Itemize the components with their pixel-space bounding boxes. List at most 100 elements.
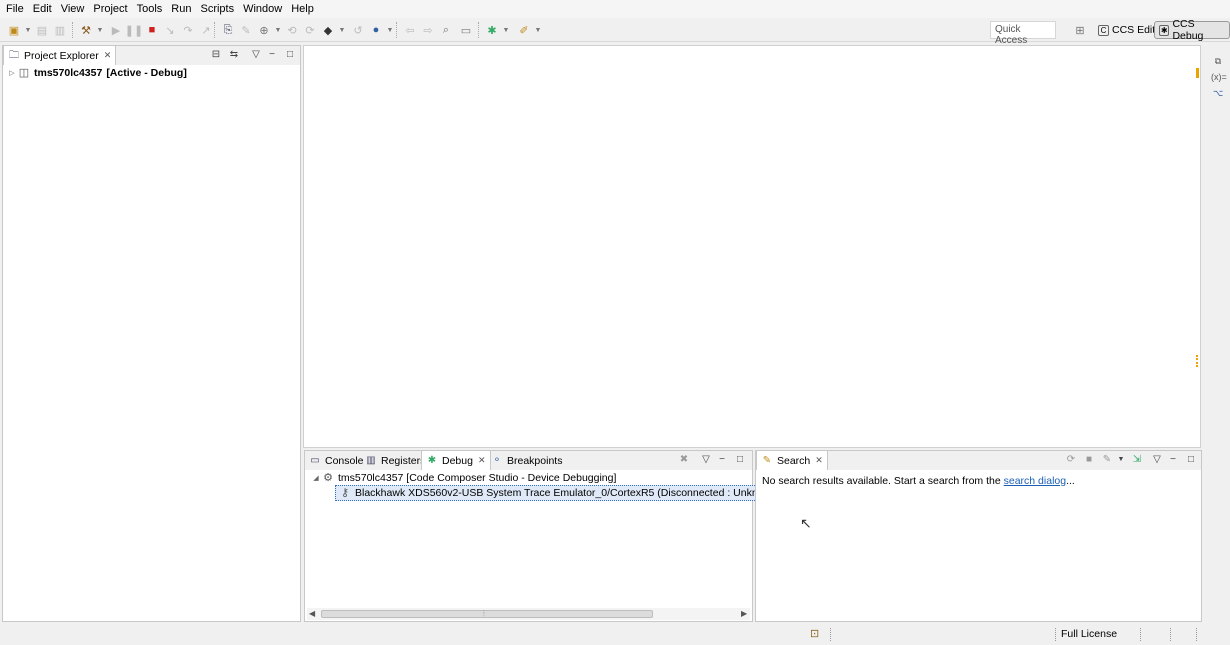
close-icon[interactable]: ✕	[815, 455, 823, 466]
tab-label: Debug	[442, 454, 473, 467]
perspective-ccs-debug[interactable]: ✱ CCS Debug	[1154, 18, 1230, 42]
menu-help[interactable]: Help	[290, 3, 320, 15]
menu-bar: File Edit View Project Tools Run Scripts…	[0, 0, 1230, 18]
quick-access-input[interactable]: Quick Access	[990, 21, 1056, 46]
perspective-label: CCS Edit	[1112, 24, 1156, 36]
project-name: tms570lc4357	[34, 67, 103, 79]
menu-scripts[interactable]: Scripts	[199, 3, 240, 15]
close-icon[interactable]: ✕	[104, 50, 112, 61]
search-icon[interactable]: ⌕	[438, 22, 454, 38]
search-flashlight-icon: ✎	[762, 454, 772, 466]
save-icon[interactable]: ▤	[34, 22, 50, 38]
menu-project[interactable]: Project	[92, 3, 133, 15]
menu-edit[interactable]: Edit	[32, 3, 58, 15]
license-status: Full License	[1061, 628, 1118, 640]
step-into-icon[interactable]: ↘	[162, 22, 178, 38]
search-panel: ✎ Search ✕ ⟳ ■ ✎ ▼ ⇲ ▽ − □ No search res…	[755, 450, 1202, 622]
tab-console[interactable]: ▭ Console	[305, 451, 368, 470]
status-separator	[1055, 628, 1056, 641]
close-icon[interactable]: ✕	[478, 455, 486, 466]
window-icon[interactable]: ▭	[458, 22, 474, 38]
maximize-icon[interactable]: □	[733, 453, 747, 467]
cancel-search-icon[interactable]: ■	[1082, 453, 1096, 467]
forward-icon[interactable]: ⇨	[420, 22, 436, 38]
toolbar-separator	[214, 22, 215, 38]
save-all-icon[interactable]: ▥	[52, 22, 68, 38]
view-menu-icon[interactable]: ▽	[249, 48, 263, 62]
debug-session-row[interactable]: ◢ ⚙ tms570lc4357 [Code Composer Studio -…	[311, 471, 616, 485]
right-trim-bar: ⧉ (x)= ⌥	[1204, 42, 1230, 622]
expressions-icon[interactable]: ⌥	[1211, 86, 1225, 100]
view-menu-icon[interactable]: ▽	[1150, 453, 1164, 467]
minimize-icon[interactable]: −	[1166, 453, 1180, 467]
toolbar-separator	[396, 22, 397, 38]
selected-target[interactable]: ⚷ Blackhawk XDS560v2-USB System Trace Em…	[335, 485, 784, 501]
scroll-right-icon[interactable]: ▶	[741, 609, 747, 618]
search-dialog-link[interactable]: search dialog	[1004, 475, 1066, 487]
step-over-icon[interactable]: ↷	[180, 22, 196, 38]
project-icon: ◫	[18, 67, 30, 79]
perspective-ccs-edit[interactable]: C CCS Edit	[1094, 21, 1159, 39]
terminate-icon[interactable]: ■	[144, 22, 160, 38]
connect-target-icon[interactable]: ⎘	[220, 22, 236, 38]
assembly-step-icon[interactable]: ✎	[238, 22, 254, 38]
debug-tabbar: ▭ Console ▥ Registers ✱ Debug ✕ ⚬ Breakp…	[305, 451, 752, 470]
tab-breakpoints[interactable]: ⚬ Breakpoints	[487, 451, 566, 470]
menu-run[interactable]: Run	[170, 3, 197, 15]
target-label: Blackhawk XDS560v2-USB System Trace Emul…	[355, 487, 781, 499]
session-label: tms570lc4357 [Code Composer Studio - Dev…	[338, 472, 617, 484]
maximize-icon[interactable]: □	[1184, 453, 1198, 467]
menu-view[interactable]: View	[60, 3, 91, 15]
refresh-icon[interactable]: ⟳	[1064, 453, 1078, 467]
load-dropdown-icon[interactable]: ▼	[334, 22, 350, 38]
view-menu-icon[interactable]: ▽	[699, 453, 713, 467]
bug-dropdown-icon[interactable]: ▼	[498, 22, 514, 38]
menu-window[interactable]: Window	[242, 3, 288, 15]
menu-tools[interactable]: Tools	[136, 3, 169, 15]
variables-icon[interactable]: (x)=	[1211, 70, 1227, 84]
toolbar-separator	[72, 22, 73, 38]
emulator-icon: ⚷	[340, 487, 350, 499]
toolbar-separator	[478, 22, 479, 38]
history-dropdown-icon[interactable]: ▼	[1114, 453, 1128, 467]
collapse-all-icon[interactable]: ⊟	[209, 48, 223, 62]
search-tabbar: ✎ Search ✕ ⟳ ■ ✎ ▼ ⇲ ▽ − □	[756, 451, 1201, 470]
scroll-left-icon[interactable]: ◀	[309, 609, 315, 618]
horizontal-scrollbar[interactable]: ◀ ⦙ ▶	[307, 608, 750, 620]
search-history-icon[interactable]: ✎	[1100, 453, 1114, 467]
step-return-icon[interactable]: ↗	[198, 22, 214, 38]
collapse-icon[interactable]: ◢	[311, 474, 321, 482]
open-perspective-icon[interactable]: ⊞	[1072, 22, 1088, 38]
restore-icon[interactable]: ⧉	[1211, 54, 1225, 68]
project-tree-item[interactable]: ▷ ◫ tms570lc4357 [Active - Debug]	[7, 66, 187, 80]
link-editor-icon[interactable]: ⇆	[227, 48, 241, 62]
project-explorer-tabbar: 🗀 Project Explorer ✕ ⊟ ⇆ ▽ − □	[3, 46, 300, 65]
project-status: [Active - Debug]	[106, 67, 187, 79]
status-separator	[1196, 628, 1197, 641]
refresh-icon[interactable]: ↺	[350, 22, 366, 38]
minimize-icon[interactable]: −	[715, 453, 729, 467]
tools-dropdown-icon[interactable]: ▼	[530, 22, 546, 38]
run-to-icon[interactable]: ⟳	[302, 22, 318, 38]
tab-debug[interactable]: ✱ Debug ✕	[421, 451, 491, 470]
remove-terminated-icon[interactable]: ✖	[677, 453, 691, 467]
menu-file[interactable]: File	[5, 3, 30, 15]
project-explorer-panel: 🗀 Project Explorer ✕ ⊟ ⇆ ▽ − □ ▷ ◫ tms57…	[2, 45, 301, 622]
expand-icon[interactable]: ▷	[7, 69, 17, 77]
tab-project-explorer[interactable]: 🗀 Project Explorer ✕	[3, 46, 117, 65]
back-icon[interactable]: ⇦	[402, 22, 418, 38]
maximize-icon[interactable]: □	[283, 48, 297, 62]
minimize-icon[interactable]: −	[265, 48, 279, 62]
tab-search[interactable]: ✎ Search ✕	[756, 451, 828, 470]
tab-registers[interactable]: ▥ Registers	[361, 451, 429, 470]
registers-icon: ▥	[366, 454, 376, 466]
suspend-icon[interactable]: ❚❚	[125, 22, 143, 38]
build-dropdown-icon[interactable]: ▼	[92, 22, 108, 38]
pin-view-icon[interactable]: ⇲	[1130, 453, 1144, 467]
status-tasks-icon[interactable]: ⊡	[810, 627, 819, 640]
debug-target-row[interactable]: ⚷ Blackhawk XDS560v2-USB System Trace Em…	[335, 485, 784, 501]
restart-icon[interactable]: ⟲	[284, 22, 300, 38]
resume-icon[interactable]: ▶	[108, 22, 124, 38]
overview-marker	[1196, 355, 1199, 367]
scrollbar-thumb[interactable]	[321, 610, 653, 618]
